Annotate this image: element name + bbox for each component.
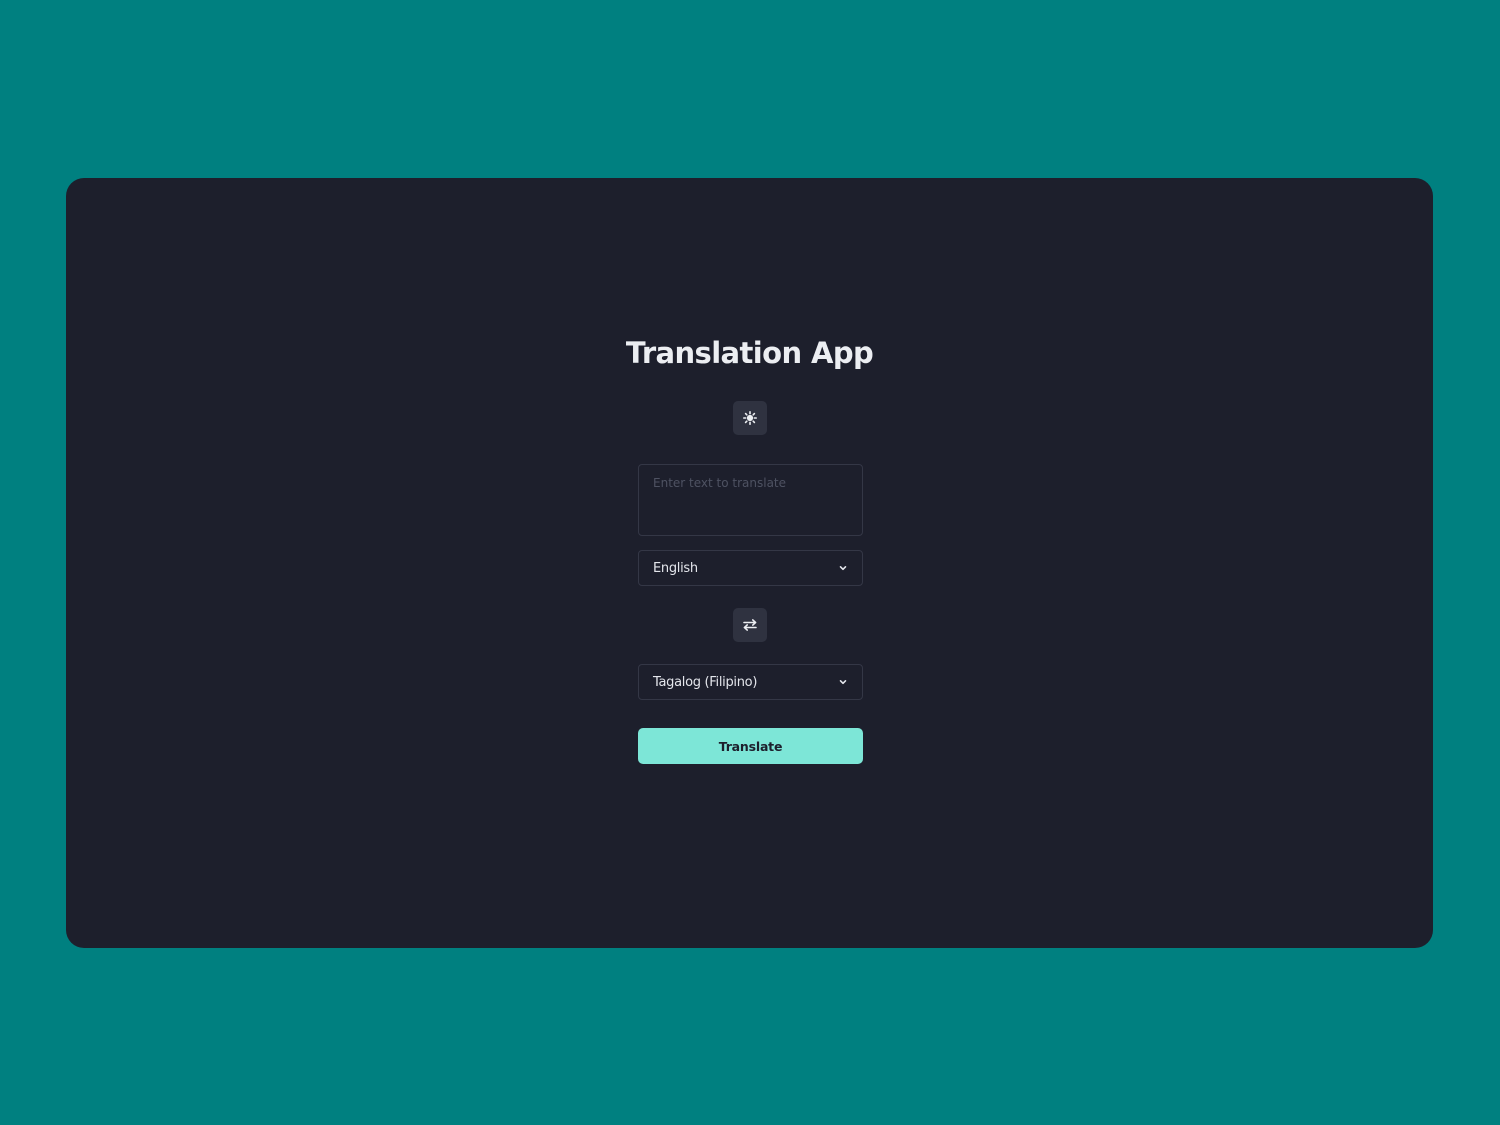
translate-button[interactable]: Translate (638, 728, 863, 764)
sun-icon (743, 411, 757, 425)
swap-arrows-icon (743, 619, 757, 631)
target-language-value: Tagalog (Filipino) (653, 674, 758, 690)
app-card: Translation App English (66, 178, 1433, 948)
source-language-value: English (653, 560, 698, 576)
source-text-input[interactable] (638, 464, 863, 536)
page-title: Translation App (625, 336, 874, 370)
chevron-down-icon (839, 679, 847, 685)
source-language-select[interactable]: English (638, 550, 863, 586)
swap-languages-button[interactable] (733, 608, 767, 642)
target-language-select[interactable]: Tagalog (Filipino) (638, 664, 863, 700)
theme-toggle-button[interactable] (733, 401, 767, 435)
chevron-down-icon (839, 565, 847, 571)
